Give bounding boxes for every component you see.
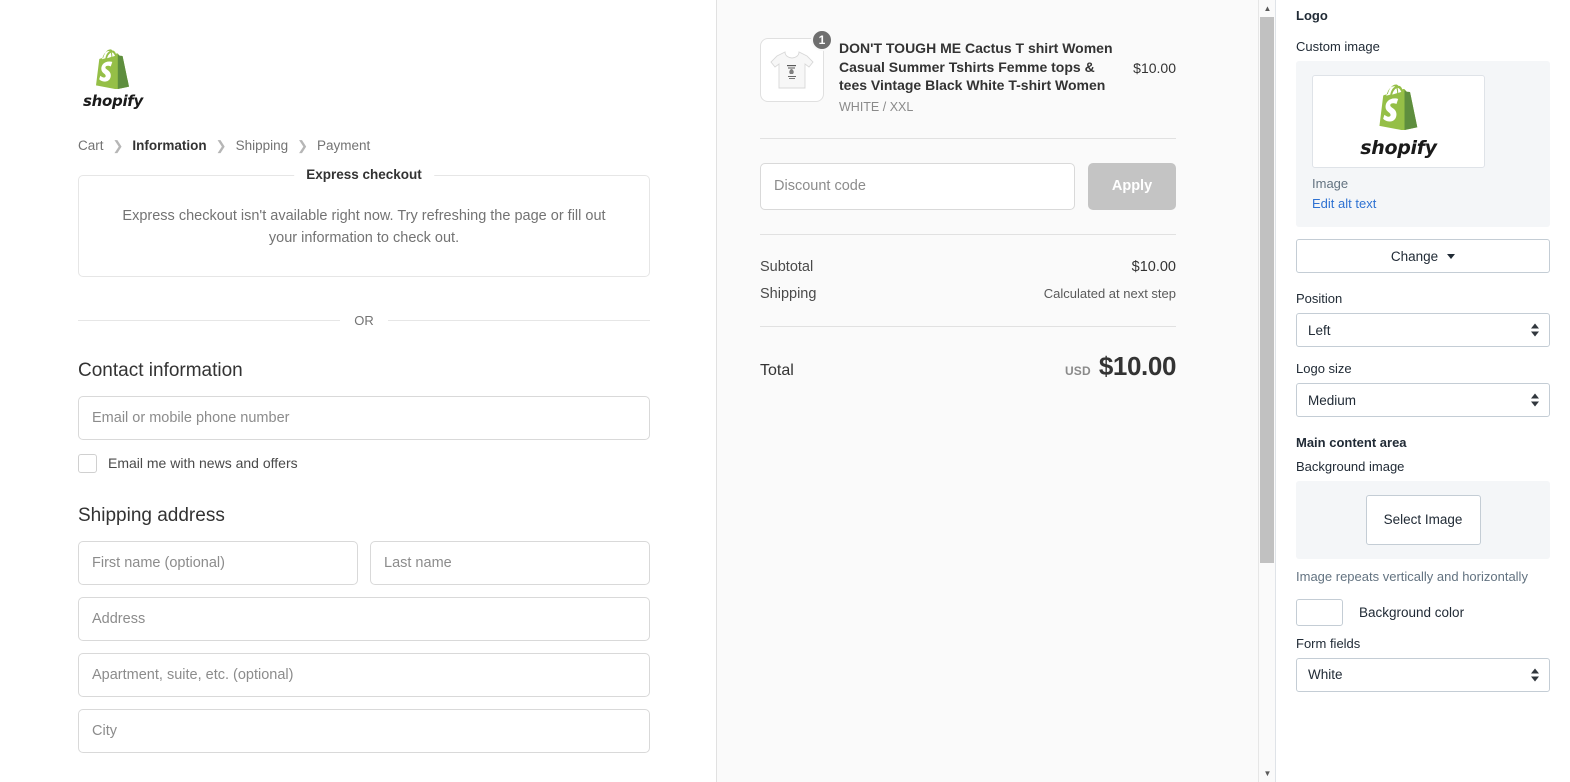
- last-name-field[interactable]: [370, 540, 650, 585]
- preview-scrollbar[interactable]: ▲ ▼: [1258, 0, 1275, 782]
- total-value: $10.00: [1098, 350, 1177, 381]
- spinner-icon: [1531, 393, 1539, 407]
- chevron-right-icon: ❯: [215, 138, 227, 153]
- or-label: OR: [354, 312, 374, 328]
- logo-section-heading: Logo: [1296, 8, 1328, 23]
- summary-divider: [760, 137, 1176, 139]
- order-summary: 1 DON'T TOUGH ME Cactus T shirt Women Ca…: [716, 0, 1258, 782]
- change-button-label: Change: [1390, 248, 1439, 264]
- change-image-button[interactable]: Change: [1296, 239, 1550, 273]
- edit-alt-text-link[interactable]: Edit alt text: [1312, 196, 1376, 211]
- logo-wordmark: shopify: [83, 92, 143, 110]
- scrollbar-thumb[interactable]: [1260, 17, 1274, 563]
- checkout-editor-app: shopify Cart ❯ Information ❯ Shipping ❯ …: [0, 0, 1570, 782]
- line-item-title: DON'T TOUGH ME Cactus T shirt Women Casu…: [839, 40, 1113, 94]
- summary-divider: [760, 233, 1176, 235]
- background-color-label: Background color: [1359, 604, 1465, 620]
- logo-size-value: Medium: [1308, 392, 1357, 408]
- shipping-address-title: Shipping address: [78, 504, 225, 526]
- editor-sidebar: Logo Custom image shopify Image Edit alt…: [1275, 0, 1570, 782]
- quantity-badge: 1: [811, 29, 833, 51]
- first-name-field[interactable]: [78, 540, 358, 585]
- shipping-row: Shipping Calculated at next step: [760, 286, 1176, 302]
- line-item-info: DON'T TOUGH ME Cactus T shirt Women Casu…: [839, 38, 1118, 114]
- newsletter-checkbox[interactable]: [78, 453, 97, 473]
- logo-size-select[interactable]: Medium: [1296, 383, 1550, 417]
- contact-information-title: Contact information: [78, 359, 243, 381]
- form-fields-select[interactable]: White: [1296, 657, 1550, 692]
- city-field[interactable]: [78, 708, 650, 753]
- logo-size-label: Logo size: [1296, 361, 1352, 376]
- apply-discount-button[interactable]: Apply: [1088, 162, 1176, 210]
- divider-line-right: [387, 319, 650, 321]
- shipping-label: Shipping: [760, 285, 817, 302]
- breadcrumb-item-payment[interactable]: Payment: [317, 138, 370, 153]
- change-button-wrap: Change: [1296, 227, 1550, 273]
- discount-code-input[interactable]: [760, 162, 1075, 210]
- shipping-value: Calculated at next step: [1043, 285, 1176, 301]
- chevron-down-icon: [1447, 253, 1456, 259]
- logo-image-preview[interactable]: shopify: [1312, 75, 1485, 168]
- total-amount: USD $10.00: [1065, 351, 1176, 382]
- express-checkout-section: Express checkout Express checkout isn't …: [78, 167, 650, 277]
- chevron-right-icon: ❯: [297, 138, 309, 153]
- line-item-price: $10.00: [1133, 60, 1176, 76]
- subtotal-label: Subtotal: [760, 258, 814, 275]
- checkout-form-column: shopify Cart ❯ Information ❯ Shipping ❯ …: [0, 0, 716, 782]
- store-logo: shopify: [78, 48, 650, 110]
- express-checkout-legend: Express checkout: [294, 167, 434, 182]
- background-image-picker: Select Image: [1296, 481, 1550, 559]
- subtotal-value: $10.00: [1131, 258, 1176, 275]
- position-value: Left: [1308, 322, 1331, 338]
- scroll-up-arrow-icon[interactable]: ▲: [1259, 0, 1276, 17]
- apartment-field[interactable]: [78, 652, 650, 697]
- breadcrumb-item-cart[interactable]: Cart: [78, 138, 104, 153]
- line-item-variant: WHITE / XXL: [839, 99, 914, 114]
- scrollbar-track[interactable]: [1259, 17, 1276, 765]
- spinner-icon: [1531, 668, 1539, 682]
- background-image-label: Background image: [1296, 459, 1405, 474]
- subtotal-row: Subtotal $10.00: [760, 259, 1176, 275]
- checkout-preview: shopify Cart ❯ Information ❯ Shipping ❯ …: [0, 0, 1258, 782]
- scroll-down-arrow-icon[interactable]: ▼: [1259, 765, 1276, 782]
- name-field-row: [78, 540, 650, 585]
- total-row: Total USD $10.00: [760, 351, 1176, 382]
- address-field[interactable]: [78, 596, 650, 641]
- form-fields-label: Form fields: [1296, 635, 1361, 651]
- logo-wordmark: shopify: [1360, 137, 1437, 159]
- custom-image-card: shopify Image Edit alt text: [1296, 61, 1550, 227]
- custom-image-label: Custom image: [1296, 39, 1380, 54]
- background-color-swatch[interactable]: [1296, 598, 1343, 626]
- newsletter-label: Email me with news and offers: [108, 455, 298, 471]
- breadcrumb: Cart ❯ Information ❯ Shipping ❯ Payment: [78, 138, 650, 153]
- newsletter-checkbox-row[interactable]: Email me with news and offers: [78, 453, 650, 473]
- image-caption: Image: [1312, 176, 1349, 191]
- total-currency: USD: [1064, 363, 1091, 378]
- shopify-bag-icon: [1378, 84, 1419, 135]
- shopify-bag-icon: [96, 49, 130, 89]
- email-field[interactable]: [78, 395, 650, 440]
- line-item-thumbnail-wrap: 1: [760, 29, 833, 102]
- line-item: 1 DON'T TOUGH ME Cactus T shirt Women Ca…: [760, 29, 1176, 114]
- chevron-right-icon: ❯: [112, 138, 124, 153]
- breadcrumb-item-shipping[interactable]: Shipping: [236, 138, 289, 153]
- express-checkout-message: Express checkout isn't available right n…: [122, 208, 606, 246]
- breadcrumb-item-information[interactable]: Information: [132, 138, 206, 153]
- image-repeat-note: Image repeats vertically and horizontall…: [1296, 569, 1528, 584]
- spinner-icon: [1531, 323, 1539, 337]
- tshirt-image: [770, 51, 814, 89]
- or-divider: OR: [78, 313, 650, 328]
- position-label: Position: [1296, 291, 1343, 306]
- summary-divider: [760, 325, 1176, 327]
- position-select[interactable]: Left: [1296, 313, 1550, 347]
- background-color-row: Background color: [1296, 598, 1550, 626]
- form-fields-value: White: [1308, 667, 1343, 683]
- divider-line-left: [78, 319, 341, 321]
- select-image-button[interactable]: Select Image: [1365, 495, 1481, 545]
- total-label: Total: [760, 361, 794, 379]
- main-content-area-heading: Main content area: [1296, 435, 1407, 450]
- discount-row: Apply: [760, 162, 1176, 210]
